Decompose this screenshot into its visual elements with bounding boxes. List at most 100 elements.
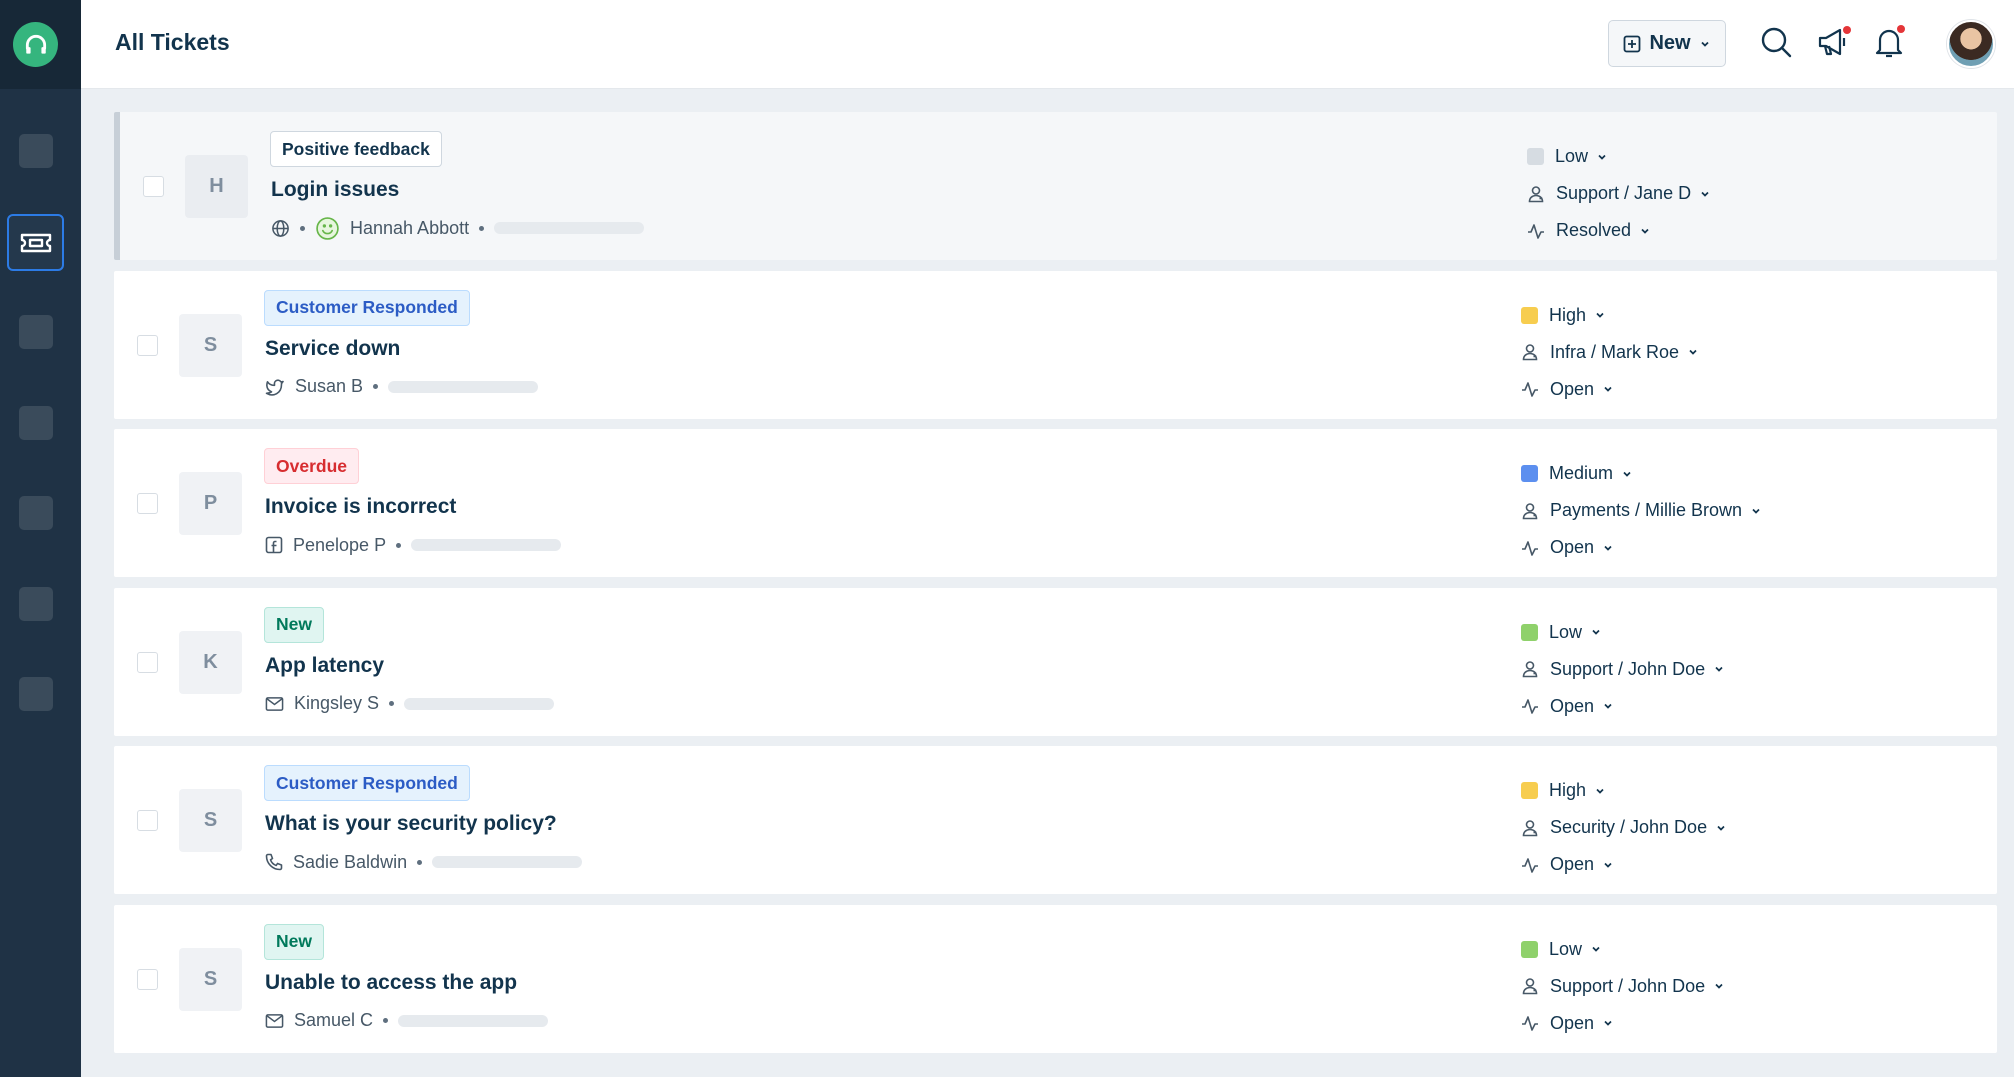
sidebar-item-5[interactable] [19, 496, 53, 530]
ticket-properties: High Security / John Doe Open [1521, 772, 1901, 883]
notification-dot [1843, 26, 1851, 34]
placeholder-bar [404, 697, 555, 710]
chevron-down-icon [1604, 1020, 1612, 1026]
ticket-meta: Hannah Abbott [271, 215, 645, 241]
ticket-checkbox[interactable] [137, 334, 158, 356]
placeholder-bar [411, 539, 562, 551]
assignee-dropdown[interactable]: Infra / Mark Roe [1521, 334, 1901, 371]
sidebar-item-7[interactable] [19, 677, 53, 711]
ticket-card[interactable]: S New Unable to access the app Samuel C … [114, 904, 1997, 1053]
requester-name[interactable]: Samuel C [294, 1010, 373, 1031]
activity-icon [1522, 1016, 1538, 1031]
assignee-label: Support / John Doe [1550, 658, 1706, 679]
separator-dot [417, 859, 423, 865]
bell-icon[interactable] [1871, 24, 1907, 60]
facebook-icon [265, 536, 283, 554]
ticket-card[interactable]: S Customer Responded What is your securi… [114, 746, 1997, 894]
ticket-card[interactable]: H Positive feedback Login issues Hannah … [114, 112, 1997, 260]
separator-dot [373, 384, 379, 389]
new-button[interactable]: New [1608, 20, 1726, 67]
placeholder-bar [398, 1014, 549, 1027]
ticket-status-badge: New [264, 606, 324, 643]
headset-logo-icon[interactable] [13, 22, 58, 67]
separator-dot [383, 1018, 389, 1023]
ticket-status-badge: Customer Responded [264, 289, 470, 326]
priority-color-square [1521, 940, 1538, 958]
priority-dropdown[interactable]: Low [1527, 138, 1907, 175]
megaphone-icon[interactable] [1815, 24, 1851, 60]
sidebar-item-1[interactable] [19, 134, 53, 168]
sidebar-item-6[interactable] [19, 587, 53, 621]
assignee-dropdown[interactable]: Support / John Doe [1521, 651, 1901, 688]
ticket-checkbox[interactable] [143, 176, 164, 197]
requester-name[interactable]: Hannah Abbott [350, 218, 469, 239]
ticket-checkbox[interactable] [137, 493, 158, 514]
email-icon [265, 1013, 284, 1029]
ticket-checkbox[interactable] [137, 651, 158, 673]
assignee-label: Support / Jane D [1556, 183, 1692, 203]
assignee-label: Security / John Doe [1550, 817, 1708, 837]
requester-name[interactable]: Kingsley S [294, 693, 379, 714]
ticket-subject[interactable]: Unable to access the app [265, 971, 517, 995]
agent-icon [1522, 502, 1538, 519]
ticket-properties: Low Support / John Doe Open [1521, 614, 1901, 725]
priority-dropdown[interactable]: Low [1521, 614, 1901, 651]
priority-color-square [1521, 306, 1538, 324]
assignee-dropdown[interactable]: Support / Jane D [1527, 175, 1907, 212]
priority-dropdown[interactable]: Medium [1521, 455, 1901, 492]
agent-icon [1522, 661, 1538, 678]
priority-dropdown[interactable]: High [1521, 297, 1901, 334]
status-dropdown[interactable]: Open [1521, 1005, 1901, 1042]
sidebar-item-3[interactable] [19, 315, 53, 349]
requester-initial-avatar: H [185, 155, 248, 218]
ticket-card[interactable]: K New App latency Kingsley S Low Support… [114, 587, 1997, 736]
priority-dropdown[interactable]: High [1521, 772, 1901, 809]
ticket-meta: Sadie Baldwin [265, 849, 583, 875]
chevron-down-icon [1592, 629, 1600, 635]
sidebar-item-tickets[interactable] [7, 214, 64, 271]
status-dropdown[interactable]: Open [1521, 371, 1901, 408]
search-icon[interactable] [1758, 24, 1794, 60]
ticket-checkbox[interactable] [137, 968, 158, 990]
ticket-card[interactable]: P Overdue Invoice is incorrect Penelope … [114, 429, 1997, 577]
requester-initial-avatar: K [179, 630, 242, 694]
happy-face-icon [315, 216, 340, 241]
requester-name[interactable]: Susan B [295, 376, 363, 397]
chevron-down-icon [1604, 545, 1612, 551]
priority-color-square [1521, 465, 1538, 482]
status-dropdown[interactable]: Open [1521, 529, 1901, 566]
agent-icon [1522, 819, 1538, 836]
requester-initial-avatar: S [179, 947, 242, 1011]
assignee-dropdown[interactable]: Payments / Millie Brown [1521, 492, 1901, 529]
chevron-down-icon [1604, 862, 1612, 868]
ticket-subject[interactable]: Service down [265, 337, 400, 361]
assignee-dropdown[interactable]: Security / John Doe [1521, 809, 1901, 846]
ticket-status-badge: Customer Responded [264, 765, 470, 801]
status-dropdown[interactable]: Resolved [1527, 212, 1907, 249]
chevron-down-icon [1592, 946, 1600, 952]
logo-area [0, 0, 81, 89]
assignee-label: Support / John Doe [1550, 975, 1706, 996]
ticket-subject[interactable]: Login issues [271, 178, 399, 202]
ticket-status-badge: Overdue [264, 448, 359, 484]
priority-dropdown[interactable]: Low [1521, 931, 1901, 968]
ticket-subject[interactable]: App latency [265, 654, 384, 678]
assignee-dropdown[interactable]: Support / John Doe [1521, 968, 1901, 1005]
requester-name[interactable]: Penelope P [293, 535, 386, 556]
status-dropdown[interactable]: Open [1521, 688, 1901, 725]
requester-name[interactable]: Sadie Baldwin [293, 852, 407, 873]
chevron-down-icon [1715, 666, 1723, 672]
ticket-subject[interactable]: What is your security policy? [265, 812, 557, 836]
ticket-checkbox[interactable] [137, 810, 158, 831]
user-avatar[interactable] [1947, 20, 1995, 68]
ticket-card[interactable]: S Customer Responded Service down Susan … [114, 270, 1997, 419]
sidebar-item-4[interactable] [19, 406, 53, 440]
ticket-subject[interactable]: Invoice is incorrect [265, 495, 456, 519]
agent-icon [1528, 185, 1544, 202]
ticket-meta: Penelope P [265, 532, 562, 558]
status-dropdown[interactable]: Open [1521, 846, 1901, 883]
activity-icon [1522, 382, 1538, 397]
chevron-down-icon [1752, 508, 1760, 514]
placeholder-bar [388, 380, 539, 393]
placeholder-bar [432, 856, 583, 868]
